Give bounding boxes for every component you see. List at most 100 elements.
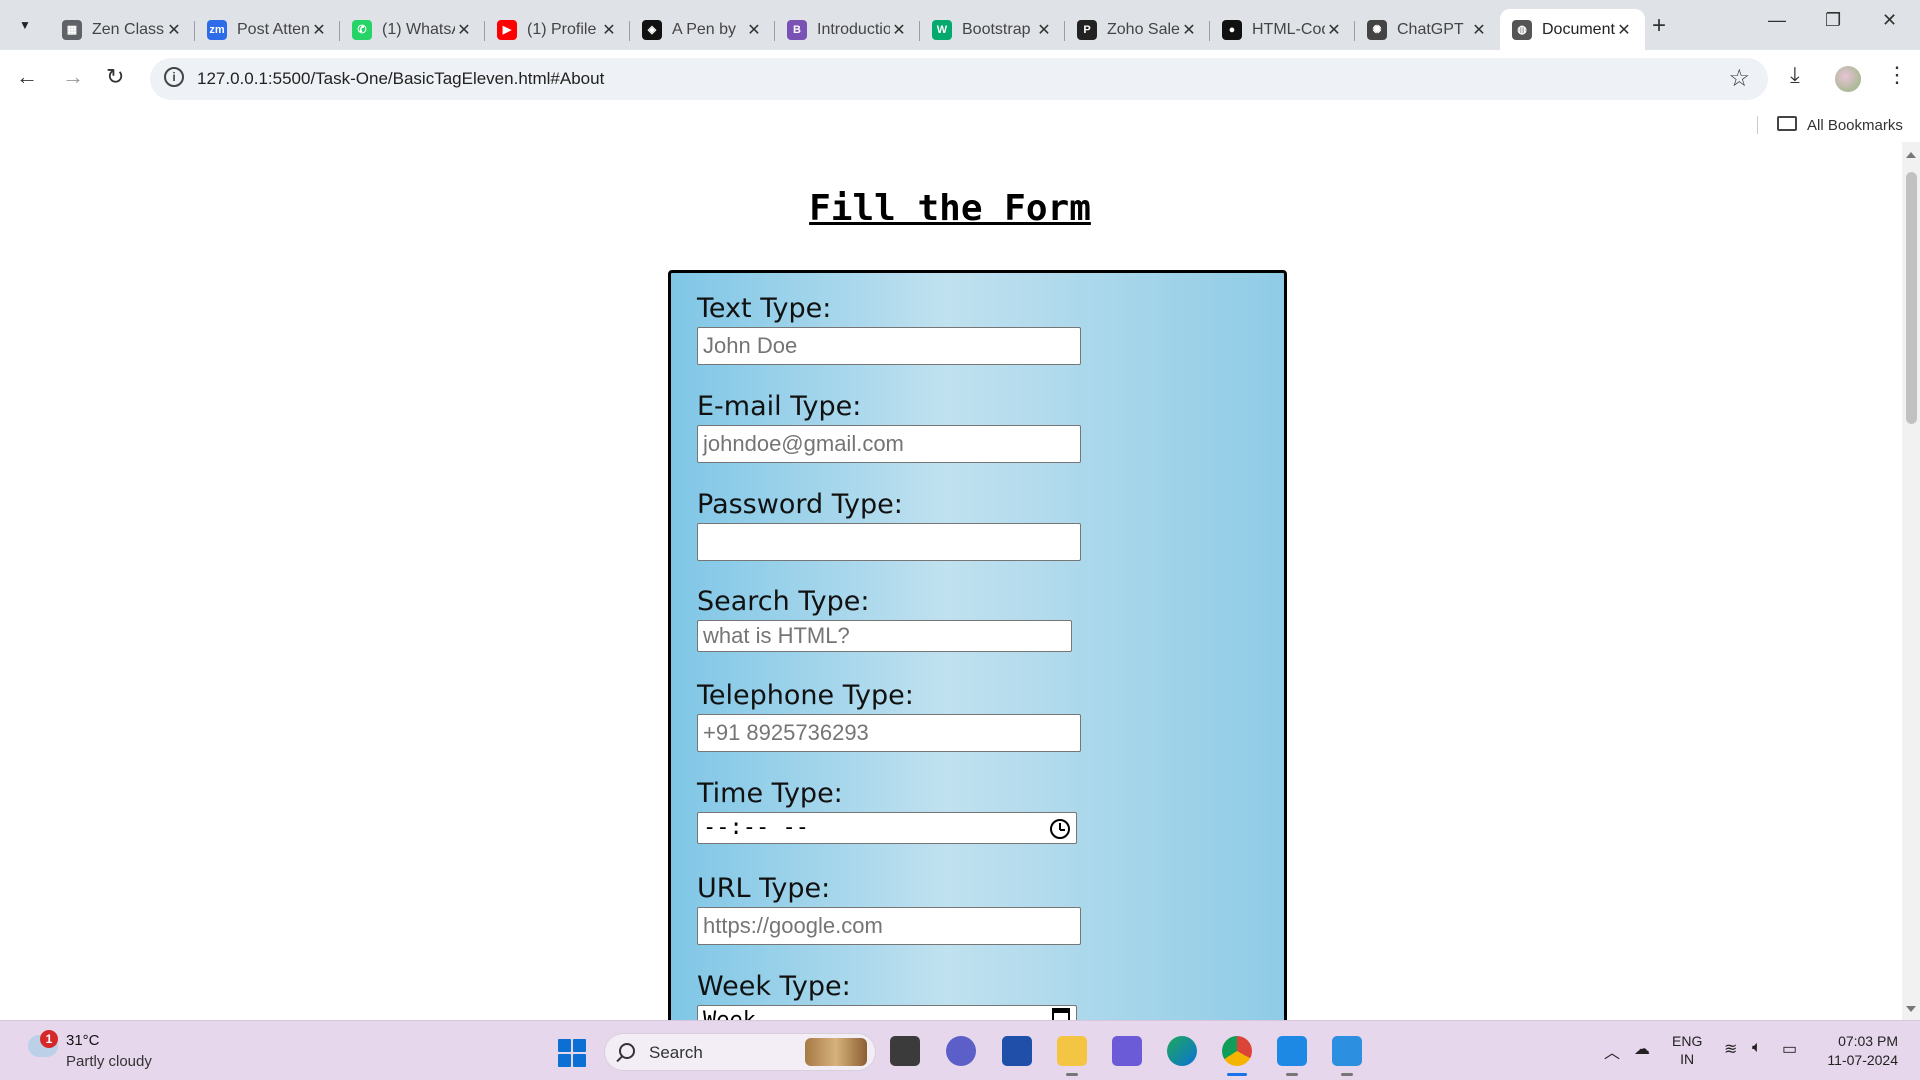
chrome-active-indicator — [1227, 1073, 1247, 1076]
profile-avatar[interactable] — [1835, 66, 1861, 92]
zoho-icon: P — [1077, 19, 1097, 40]
calendar-icon[interactable] — [1052, 1008, 1070, 1020]
page-scrollbar[interactable] — [1902, 142, 1920, 1020]
tab-whatsapp[interactable]: ✆ (1) WhatsApp✕ — [340, 9, 485, 50]
weather-description[interactable]: Partly cloudy — [66, 1053, 152, 1070]
battery-icon[interactable]: ▭ — [1782, 1039, 1797, 1059]
folder-icon[interactable] — [1777, 116, 1797, 131]
tab-search-chevron-icon[interactable]: ▼ — [12, 12, 38, 38]
time-input[interactable]: --:-- -- — [697, 812, 1077, 844]
volume-icon[interactable]: 🔈︎ — [1752, 1039, 1762, 1057]
scrollbar-thumb[interactable] — [1906, 172, 1917, 424]
teams-chat-icon[interactable] — [946, 1036, 976, 1066]
menu-kebab-icon[interactable]: ⋮ — [1886, 62, 1908, 88]
search-input[interactable]: what is HTML? — [697, 620, 1072, 652]
text-input[interactable]: John Doe — [697, 327, 1081, 365]
close-tab-icon[interactable]: ✕ — [1180, 20, 1198, 40]
tab-youtube[interactable]: ▶ (1) Profile ✕ — [485, 9, 630, 50]
bootstrap-icon: B — [787, 19, 807, 40]
text-type-label: Text Type: — [697, 293, 832, 324]
close-tab-icon[interactable]: ✕ — [165, 20, 183, 40]
zen-icon: ▦ — [62, 19, 82, 40]
close-tab-icon[interactable]: ✕ — [1035, 20, 1053, 40]
tab-title: Bootstrap — [962, 20, 1031, 38]
minimize-icon[interactable]: — — [1768, 10, 1786, 31]
close-tab-icon[interactable]: ✕ — [1615, 20, 1633, 40]
tab-bootstrap[interactable]: B Introduction✕ — [775, 9, 920, 50]
chatgpt-icon: ✺ — [1367, 19, 1387, 40]
taskbar-search-box[interactable]: Search — [604, 1033, 876, 1071]
close-window-icon[interactable]: ✕ — [1882, 10, 1897, 31]
tab-globe[interactable]: ◍ Document ✕ — [1500, 9, 1645, 50]
tab-w3schools[interactable]: W Bootstrap ✕ — [920, 9, 1065, 50]
taskbar-search-label: Search — [649, 1043, 703, 1062]
forward-arrow-icon[interactable]: → — [62, 64, 84, 90]
youtube-icon: ▶ — [497, 19, 517, 40]
scroll-down-arrow-icon[interactable] — [1906, 1006, 1916, 1012]
globe-icon: ◍ — [1512, 19, 1532, 40]
edge-browser-icon[interactable] — [1167, 1036, 1197, 1066]
close-tab-icon[interactable]: ✕ — [310, 20, 328, 40]
file-explorer-icon[interactable] — [1057, 1036, 1087, 1066]
language-indicator[interactable]: ENG IN — [1672, 1032, 1702, 1068]
restore-icon[interactable]: ❐ — [1825, 10, 1841, 31]
time-value: --:-- -- — [703, 815, 809, 840]
chrome-browser-icon[interactable] — [1222, 1036, 1252, 1066]
close-tab-icon[interactable]: ✕ — [600, 20, 618, 40]
download-icon[interactable]: ⤓ — [1790, 62, 1800, 88]
email-input[interactable]: johndoe@gmail.com — [697, 425, 1081, 463]
close-tab-icon[interactable]: ✕ — [1325, 20, 1343, 40]
page-title: Fill the Form — [809, 188, 1091, 229]
bookmark-star-icon[interactable]: ☆ — [1728, 64, 1750, 93]
close-tab-icon[interactable]: ✕ — [1470, 20, 1488, 40]
telephone-input[interactable]: +91 8925736293 — [697, 714, 1081, 752]
all-bookmarks-link[interactable]: All Bookmarks — [1807, 117, 1903, 134]
microsoft-store-icon[interactable] — [1002, 1036, 1032, 1066]
wifi-icon[interactable]: ≋ — [1724, 1039, 1737, 1059]
photos-running-indicator — [1341, 1073, 1353, 1076]
weather-temperature[interactable]: 31°C — [66, 1032, 100, 1049]
email-type-label: E-mail Type: — [697, 391, 862, 422]
clock-icon[interactable] — [1050, 819, 1070, 839]
tab-zoho[interactable]: P Zoho Sales ✕ — [1065, 9, 1210, 50]
search-type-label: Search Type: — [697, 586, 870, 617]
onedrive-cloud-icon[interactable]: ☁ — [1634, 1039, 1650, 1059]
search-highlight-image — [805, 1038, 867, 1066]
search-icon — [619, 1043, 635, 1059]
tab-title: HTML-Codes — [1252, 20, 1325, 38]
snipping-tool-icon[interactable] — [1112, 1036, 1142, 1066]
address-bar[interactable]: i 127.0.0.1:5500/Task-One/BasicTagEleven… — [150, 58, 1768, 100]
system-clock[interactable]: 07:03 PM 11-07-2024 — [1818, 1032, 1898, 1070]
site-info-icon[interactable]: i — [164, 67, 184, 87]
week-type-label: Week Type: — [697, 971, 851, 1002]
tab-github[interactable]: ● HTML-Codes✕ — [1210, 9, 1355, 50]
task-view-icon[interactable] — [890, 1036, 920, 1066]
region-code: IN — [1680, 1051, 1695, 1067]
password-input[interactable] — [697, 523, 1081, 561]
chevron-up-icon[interactable]: ︿ — [1604, 1039, 1620, 1063]
url-input[interactable]: https://google.com — [697, 907, 1081, 945]
close-tab-icon[interactable]: ✕ — [890, 20, 908, 40]
new-tab-button[interactable]: + — [1652, 12, 1666, 40]
tab-title: Post Attendance — [237, 20, 310, 38]
close-tab-icon[interactable]: ✕ — [745, 20, 763, 40]
windows-start-icon[interactable] — [558, 1039, 586, 1067]
tab-zoom[interactable]: zm Post Attendance✕ — [195, 9, 340, 50]
week-input[interactable]: Week — [697, 1005, 1077, 1020]
back-arrow-icon[interactable]: ← — [16, 64, 38, 90]
form-container: Text Type: John Doe E-mail Type: johndoe… — [668, 270, 1287, 1020]
clock-time: 07:03 PM — [1838, 1033, 1898, 1049]
password-type-label: Password Type: — [697, 489, 903, 520]
browser-toolbar: ← → ↻ i 127.0.0.1:5500/Task-One/BasicTag… — [0, 50, 1920, 108]
reload-icon[interactable]: ↻ — [106, 64, 124, 90]
vscode-icon[interactable] — [1277, 1036, 1307, 1066]
zoom-icon: zm — [207, 19, 227, 40]
tab-zen[interactable]: ▦ Zen Class ✕ — [50, 9, 195, 50]
scroll-up-arrow-icon[interactable] — [1906, 152, 1916, 158]
photos-icon[interactable] — [1332, 1036, 1362, 1066]
close-tab-icon[interactable]: ✕ — [455, 20, 473, 40]
time-type-label: Time Type: — [697, 778, 843, 809]
tab-codepen[interactable]: ◈ A Pen by ✕ — [630, 9, 775, 50]
tab-chatgpt[interactable]: ✺ ChatGPT ✕ — [1355, 9, 1500, 50]
url-text[interactable]: 127.0.0.1:5500/Task-One/BasicTagEleven.h… — [197, 69, 604, 89]
